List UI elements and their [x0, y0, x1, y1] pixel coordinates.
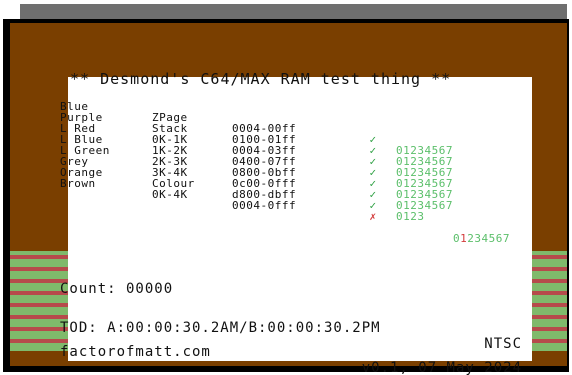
- version-date: v0.1, 07 May 2024: [361, 360, 522, 375]
- count-line: Count: 00000: [60, 281, 174, 297]
- bit-2-7: 234567: [467, 232, 510, 245]
- bit-pattern: 01234567: [396, 222, 510, 255]
- x-mark-icon: ✗: [369, 210, 377, 223]
- ram-test-window: ** Desmond's C64/MAX RAM test thing ** B…: [0, 0, 572, 375]
- ram-row: Orange Colour d800-dbff ✓ 0123: [60, 156, 520, 222]
- page-title: ** Desmond's C64/MAX RAM test thing **: [70, 70, 452, 88]
- ram-row: Purple Stack 0100-01ff ✓ 01234567: [60, 101, 520, 167]
- ram-row: L Blue 1K-2K 0400-07ff ✓ 01234567: [60, 123, 520, 189]
- ram-color-label: Brown: [60, 177, 96, 190]
- top-strip: [20, 4, 567, 19]
- bit-pattern: 0123: [396, 210, 425, 223]
- site-link[interactable]: factorofmatt.com: [60, 344, 211, 360]
- ram-range-label: 0004-0fff: [232, 199, 297, 212]
- ram-row: Blue ZPage 0004-00ff ✓ 01234567: [60, 90, 520, 156]
- ram-test-table: Blue ZPage 0004-00ff ✓ 01234567 Purple S…: [60, 90, 520, 244]
- ram-row: L Red 0K-1K 0004-03ff ✓ 01234567: [60, 112, 520, 178]
- ram-type-label: 0K-4K: [152, 188, 188, 201]
- ram-row: L Green 2K-3K 0800-0bff ✓ 01234567: [60, 134, 520, 200]
- ram-row: Brown 0K-4K 0004-0fff ✗ 01234567: [60, 167, 520, 244]
- ram-row: Grey 3K-4K 0c00-0fff ✓ 01234567: [60, 145, 520, 211]
- site-line: factorofmatt.com v0.1, 07 May 2024: [60, 328, 522, 375]
